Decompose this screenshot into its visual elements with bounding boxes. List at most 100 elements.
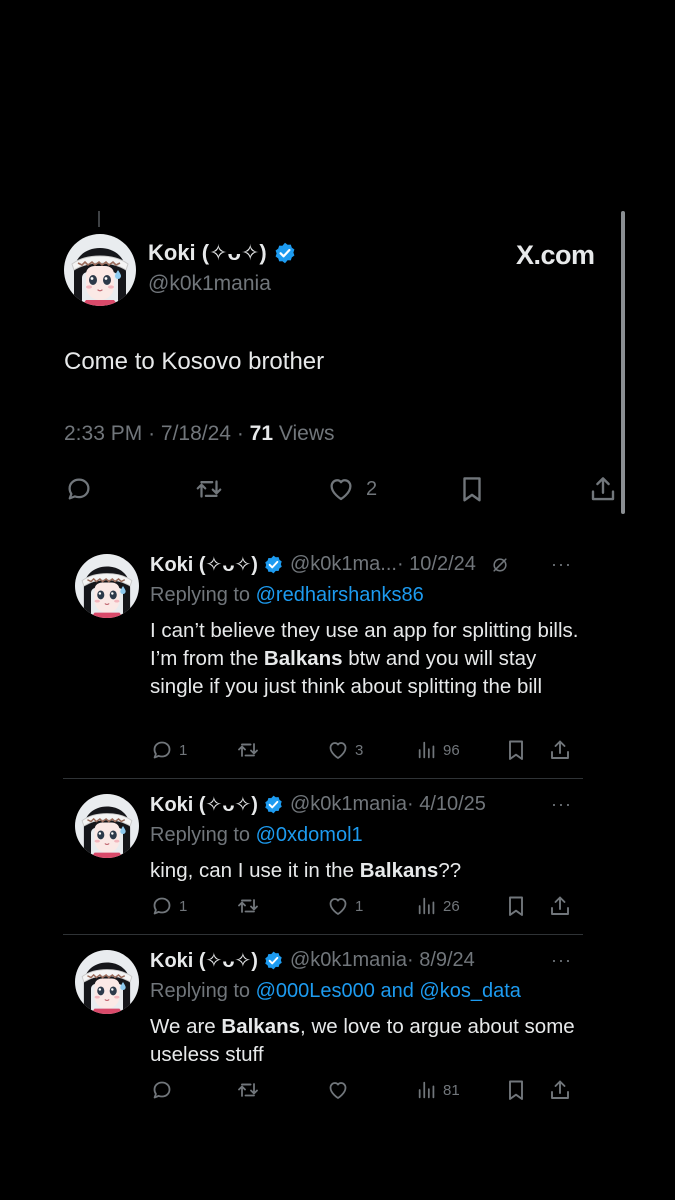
site-label: X.com [516, 240, 595, 270]
reply-card[interactable]: Koki (✧ᴗ✧) @k0k1ma... · 10/2/24 ··· Repl… [63, 540, 583, 780]
reply-text: king, can I use it in the Balkans?? [150, 857, 580, 885]
tweet-text: Come to Kosovo brother [64, 348, 325, 375]
reply-button[interactable] [64, 474, 94, 504]
reply-count: 1 [179, 897, 188, 915]
reply-actions: 1 3 96 [150, 736, 580, 764]
author-name-row[interactable]: Koki (✧ᴗ✧) [148, 240, 297, 266]
reply-author-handle[interactable]: @k0k1ma... [290, 553, 397, 576]
replying-prefix: Replying to [150, 980, 251, 1002]
replying-to: Replying to @000Les000 and @kos_data [150, 980, 521, 1003]
views-icon [416, 1079, 438, 1101]
tweet-date[interactable]: 7/18/24 [161, 422, 231, 445]
reply-avatar[interactable] [75, 794, 139, 858]
bookmark-icon [504, 738, 528, 762]
author-avatar[interactable] [64, 234, 136, 306]
replying-to-link[interactable]: @redhairshanks86 [256, 584, 424, 606]
share-button[interactable] [548, 892, 572, 920]
reply-button[interactable]: 1 [150, 892, 187, 920]
views-button[interactable]: 26 [416, 892, 460, 920]
reply-text-bold: Balkans [263, 647, 343, 670]
reply-text-part: ?? [438, 859, 462, 882]
more-options-button[interactable]: ··· [551, 554, 572, 575]
reply-count: 1 [179, 741, 188, 759]
bookmark-button[interactable] [504, 892, 528, 920]
more-options-button[interactable]: ··· [551, 950, 572, 971]
verified-badge-icon [263, 950, 284, 971]
reply-button[interactable]: 1 [150, 736, 187, 764]
verified-badge-icon [263, 794, 284, 815]
replying-to-link[interactable]: @000Les000 and @kos_data [256, 980, 521, 1002]
bookmark-button[interactable] [504, 736, 528, 764]
reply-date[interactable]: · 10/2/24 [397, 553, 476, 576]
share-button[interactable] [588, 474, 618, 504]
replying-to: Replying to @0xdomol1 [150, 824, 363, 847]
reply-card[interactable]: Koki (✧ᴗ✧) @k0k1mania · 8/9/24 ··· Reply… [63, 936, 583, 1116]
retweet-icon [236, 894, 260, 918]
reply-actions: 81 [150, 1076, 580, 1104]
verified-badge-icon [263, 554, 284, 575]
bookmark-icon [504, 1078, 528, 1102]
views-button[interactable]: 81 [416, 1076, 460, 1104]
reply-card[interactable]: Koki (✧ᴗ✧) @k0k1mania · 4/10/25 ··· Repl… [63, 780, 583, 936]
reply-header: Koki (✧ᴗ✧) @k0k1ma... · 10/2/24 [150, 552, 510, 577]
reply-actions: 1 1 26 [150, 892, 580, 920]
views-icon [416, 739, 438, 761]
reply-author-name[interactable]: Koki (✧ᴗ✧) [150, 792, 258, 817]
share-icon [548, 1078, 572, 1102]
retweet-button[interactable] [236, 892, 260, 920]
replying-to-link[interactable]: @0xdomol1 [256, 824, 363, 846]
views-count: 96 [443, 741, 460, 759]
reply-button[interactable] [150, 1076, 179, 1104]
reply-author-handle[interactable]: @k0k1mania [290, 949, 407, 972]
share-button[interactable] [548, 1076, 572, 1104]
comment-icon [150, 738, 174, 762]
views-button[interactable]: 96 [416, 736, 460, 764]
retweet-button[interactable] [194, 474, 224, 504]
views-count: 26 [443, 897, 460, 915]
grok-icon[interactable] [490, 555, 510, 575]
bookmark-button[interactable] [457, 474, 487, 504]
views-label: Views [278, 422, 335, 445]
share-icon [588, 474, 618, 504]
retweet-button[interactable] [236, 1076, 260, 1104]
share-button[interactable] [548, 736, 572, 764]
retweet-button[interactable] [236, 736, 260, 764]
scrollbar[interactable] [621, 211, 625, 514]
reply-text-bold: Balkans [221, 1015, 301, 1038]
more-options-button[interactable]: ··· [551, 794, 572, 815]
like-button[interactable]: 3 [326, 736, 363, 764]
author-name[interactable]: Koki (✧ᴗ✧) [148, 240, 267, 266]
bookmark-icon [504, 894, 528, 918]
author-handle[interactable]: @k0k1mania [148, 272, 271, 296]
meta-separator: · [236, 422, 244, 445]
reply-text-part: We are [150, 1015, 222, 1038]
heart-icon [326, 1078, 350, 1102]
heart-icon [326, 738, 350, 762]
share-icon [548, 894, 572, 918]
thread-connector [98, 211, 100, 227]
tweet-time[interactable]: 2:33 PM [64, 422, 142, 445]
views-count: 71 [249, 422, 274, 445]
divider [63, 778, 583, 779]
reply-avatar[interactable] [75, 950, 139, 1014]
reply-text: We are Balkans, we love to argue about s… [150, 1013, 580, 1069]
reply-header: Koki (✧ᴗ✧) @k0k1mania · 4/10/25 [150, 792, 486, 817]
like-button[interactable]: 2 [326, 474, 377, 504]
heart-icon [326, 474, 356, 504]
reply-header: Koki (✧ᴗ✧) @k0k1mania · 8/9/24 [150, 948, 475, 973]
views-count: 81 [443, 1081, 460, 1099]
reply-author-name[interactable]: Koki (✧ᴗ✧) [150, 948, 258, 973]
like-button[interactable]: 1 [326, 892, 363, 920]
reply-date[interactable]: · 4/10/25 [407, 793, 486, 816]
reply-author-handle[interactable]: @k0k1mania [290, 793, 407, 816]
replying-prefix: Replying to [150, 824, 251, 846]
replying-to: Replying to @redhairshanks86 [150, 584, 424, 607]
verified-badge-icon [273, 241, 297, 265]
bookmark-button[interactable] [504, 1076, 528, 1104]
reply-date[interactable]: · 8/9/24 [407, 949, 475, 972]
comment-icon [150, 894, 174, 918]
heart-icon [326, 894, 350, 918]
like-button[interactable] [326, 1076, 355, 1104]
reply-avatar[interactable] [75, 554, 139, 618]
reply-author-name[interactable]: Koki (✧ᴗ✧) [150, 552, 258, 577]
